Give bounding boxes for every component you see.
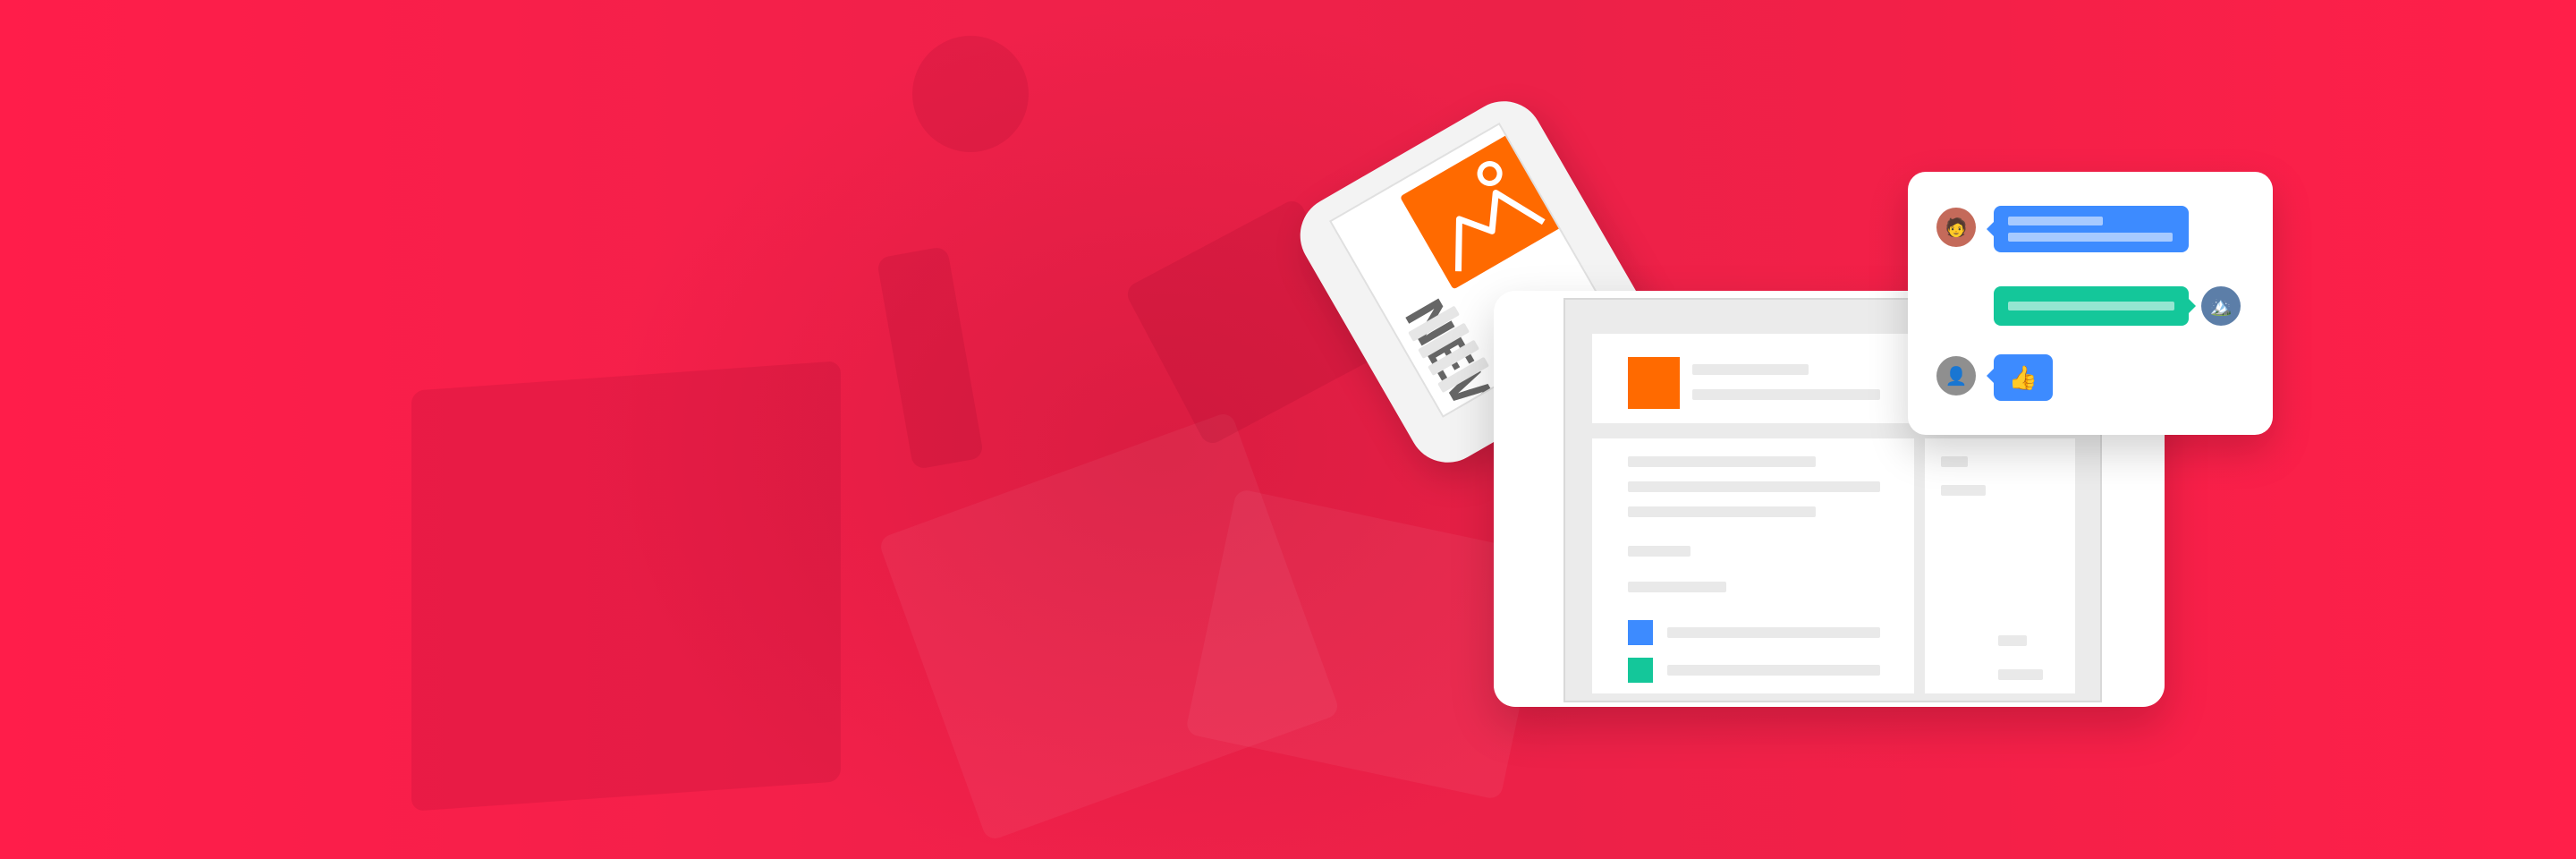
avatar-user-2-emoji: 🏔️ — [2209, 296, 2233, 317]
message-bubble-blue — [1994, 206, 2189, 252]
content-line — [1628, 506, 1816, 517]
avatar-user-2: 🏔️ — [2201, 286, 2241, 326]
image-placeholder-icon — [1399, 133, 1563, 290]
sidebar-column — [1925, 438, 2075, 693]
logo-placeholder — [1628, 357, 1680, 409]
bubble-tail — [1987, 222, 1994, 236]
green-list-bullet — [1628, 658, 1653, 683]
chat-card: 🧑 🏔️ 👤 👍 — [1908, 172, 2273, 435]
reaction-bubble: 👍 — [1994, 354, 2053, 401]
bubble-tail — [1987, 369, 1994, 383]
laptop-silhouette — [411, 361, 841, 812]
header-title-bar — [1692, 364, 1809, 375]
sidebar-line — [1998, 669, 2043, 680]
message-line — [2008, 302, 2174, 310]
mountain-image-icon — [1454, 160, 1546, 272]
sidebar-line — [1941, 485, 1986, 496]
main-content-column — [1592, 438, 1914, 693]
thumbs-up-icon: 👍 — [2008, 363, 2038, 391]
content-line — [1628, 546, 1690, 557]
sidebar-line — [1941, 456, 1968, 467]
list-line — [1667, 665, 1880, 676]
message-line — [2008, 217, 2103, 225]
avatar-user-1: 🧑 — [1936, 208, 1976, 247]
avatar-user-3-emoji: 👤 — [1945, 366, 1968, 387]
sidebar-line — [1998, 635, 2027, 646]
blue-list-bullet — [1628, 620, 1653, 645]
mug-silhouette — [912, 36, 1029, 152]
bubble-tail — [2189, 299, 2196, 313]
content-line — [1628, 582, 1726, 592]
list-line — [1667, 627, 1880, 638]
message-line — [2008, 233, 2173, 242]
message-bubble-green — [1994, 286, 2189, 326]
content-line — [1628, 481, 1880, 492]
content-line — [1628, 456, 1816, 467]
avatar-user-1-emoji: 🧑 — [1945, 217, 1968, 238]
avatar-user-3: 👤 — [1936, 356, 1976, 395]
header-subtitle-bar — [1692, 389, 1880, 400]
